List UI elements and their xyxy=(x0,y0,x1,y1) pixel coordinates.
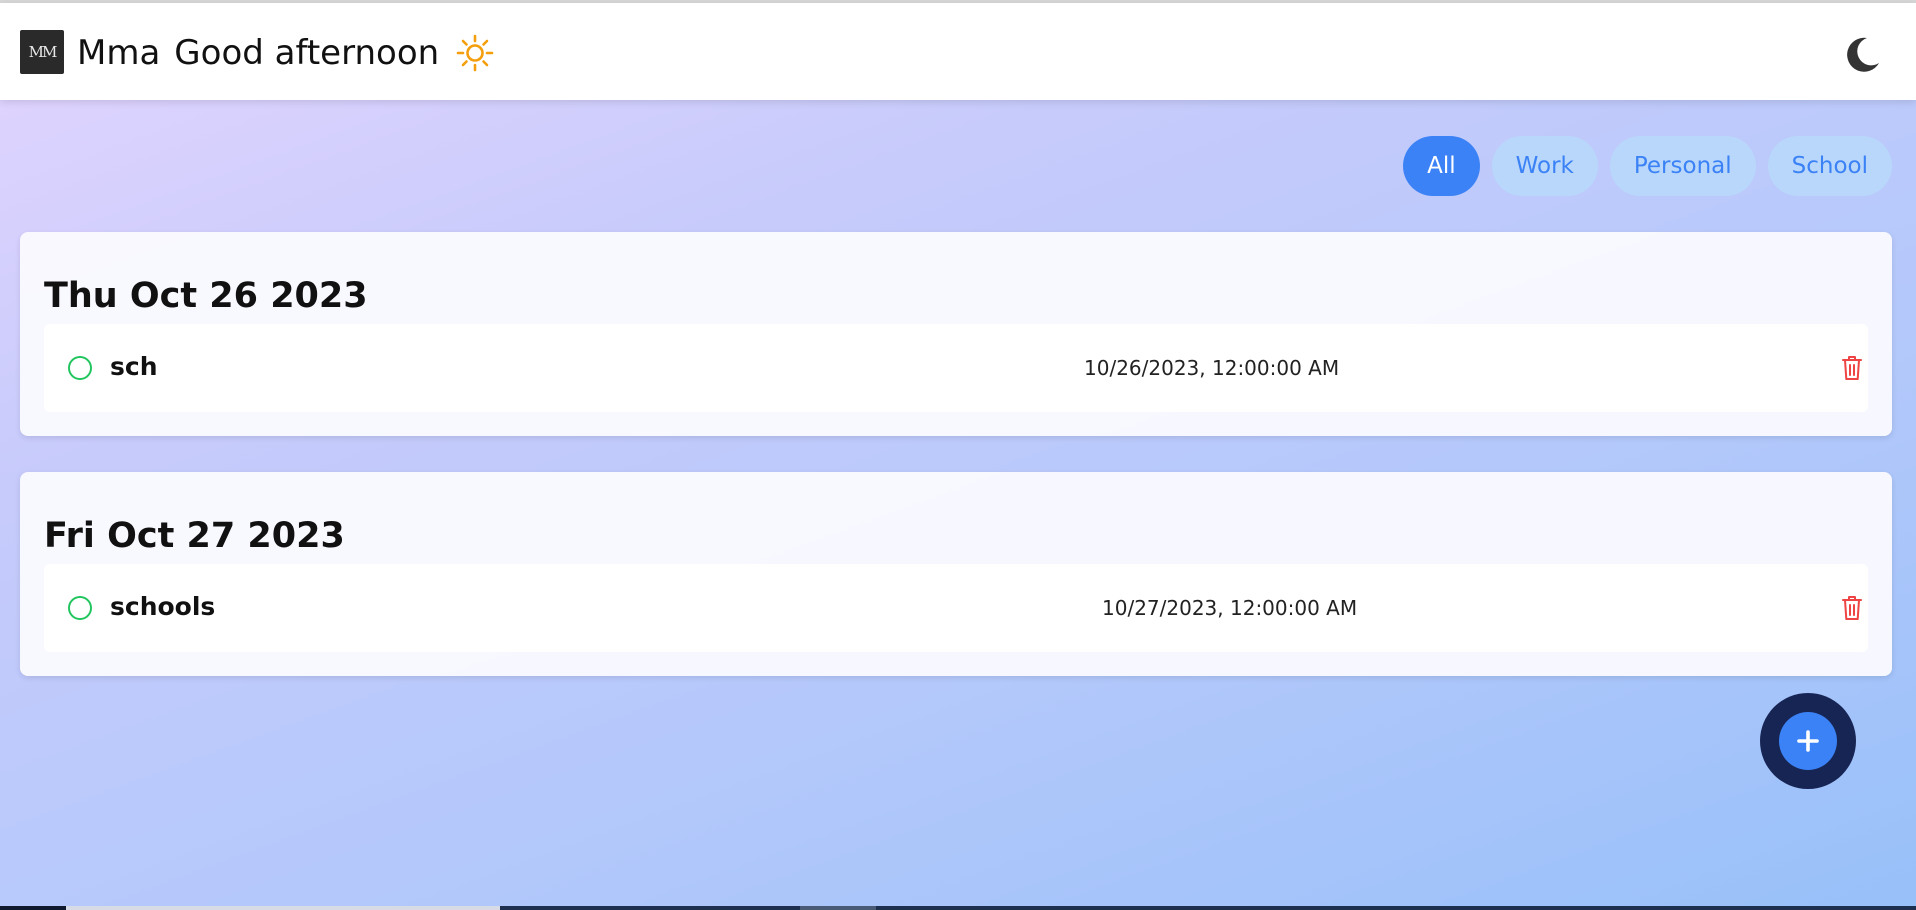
taskbar-segment xyxy=(66,906,500,910)
task-name: sch xyxy=(110,352,158,381)
trash-icon[interactable] xyxy=(1840,594,1864,622)
filter-school[interactable]: School xyxy=(1767,136,1892,196)
taskbar-edge xyxy=(0,906,1916,910)
app-logo: MM xyxy=(20,30,64,74)
moon-icon[interactable] xyxy=(1842,35,1882,75)
app-header: MM Mma Good afternoon xyxy=(0,3,1916,100)
filter-all[interactable]: All xyxy=(1403,136,1480,196)
filter-personal[interactable]: Personal xyxy=(1609,136,1756,196)
greeting-text: Good afternoon xyxy=(174,33,440,73)
filter-work[interactable]: Work xyxy=(1491,136,1598,196)
greeting-heading: Mma Good afternoon xyxy=(77,33,495,73)
task-item: sch 10/26/2023, 12:00:00 AM xyxy=(44,324,1868,412)
day-heading: Fri Oct 27 2023 xyxy=(44,516,345,556)
task-item: schools 10/27/2023, 12:00:00 AM xyxy=(44,564,1868,652)
day-group: Thu Oct 26 2023 sch 10/26/2023, 12:00:00… xyxy=(20,232,1892,436)
task-datetime: 10/27/2023, 12:00:00 AM xyxy=(1102,596,1358,620)
task-name: schools xyxy=(110,592,216,621)
taskbar-segment xyxy=(800,906,876,910)
day-group: Fri Oct 27 2023 schools 10/27/2023, 12:0… xyxy=(20,472,1892,676)
plus-icon xyxy=(1797,730,1819,752)
trash-icon[interactable] xyxy=(1840,354,1864,382)
category-filter-bar: All Work Personal School xyxy=(1403,136,1892,196)
taskbar-segment xyxy=(0,906,66,910)
sun-icon xyxy=(456,34,494,72)
add-task-button[interactable] xyxy=(1760,693,1856,789)
day-heading: Thu Oct 26 2023 xyxy=(44,276,368,316)
task-complete-checkbox[interactable] xyxy=(68,596,92,620)
add-task-button-inner xyxy=(1779,712,1837,770)
task-datetime: 10/26/2023, 12:00:00 AM xyxy=(1084,356,1340,380)
user-name: Mma xyxy=(77,33,161,73)
task-complete-checkbox[interactable] xyxy=(68,356,92,380)
